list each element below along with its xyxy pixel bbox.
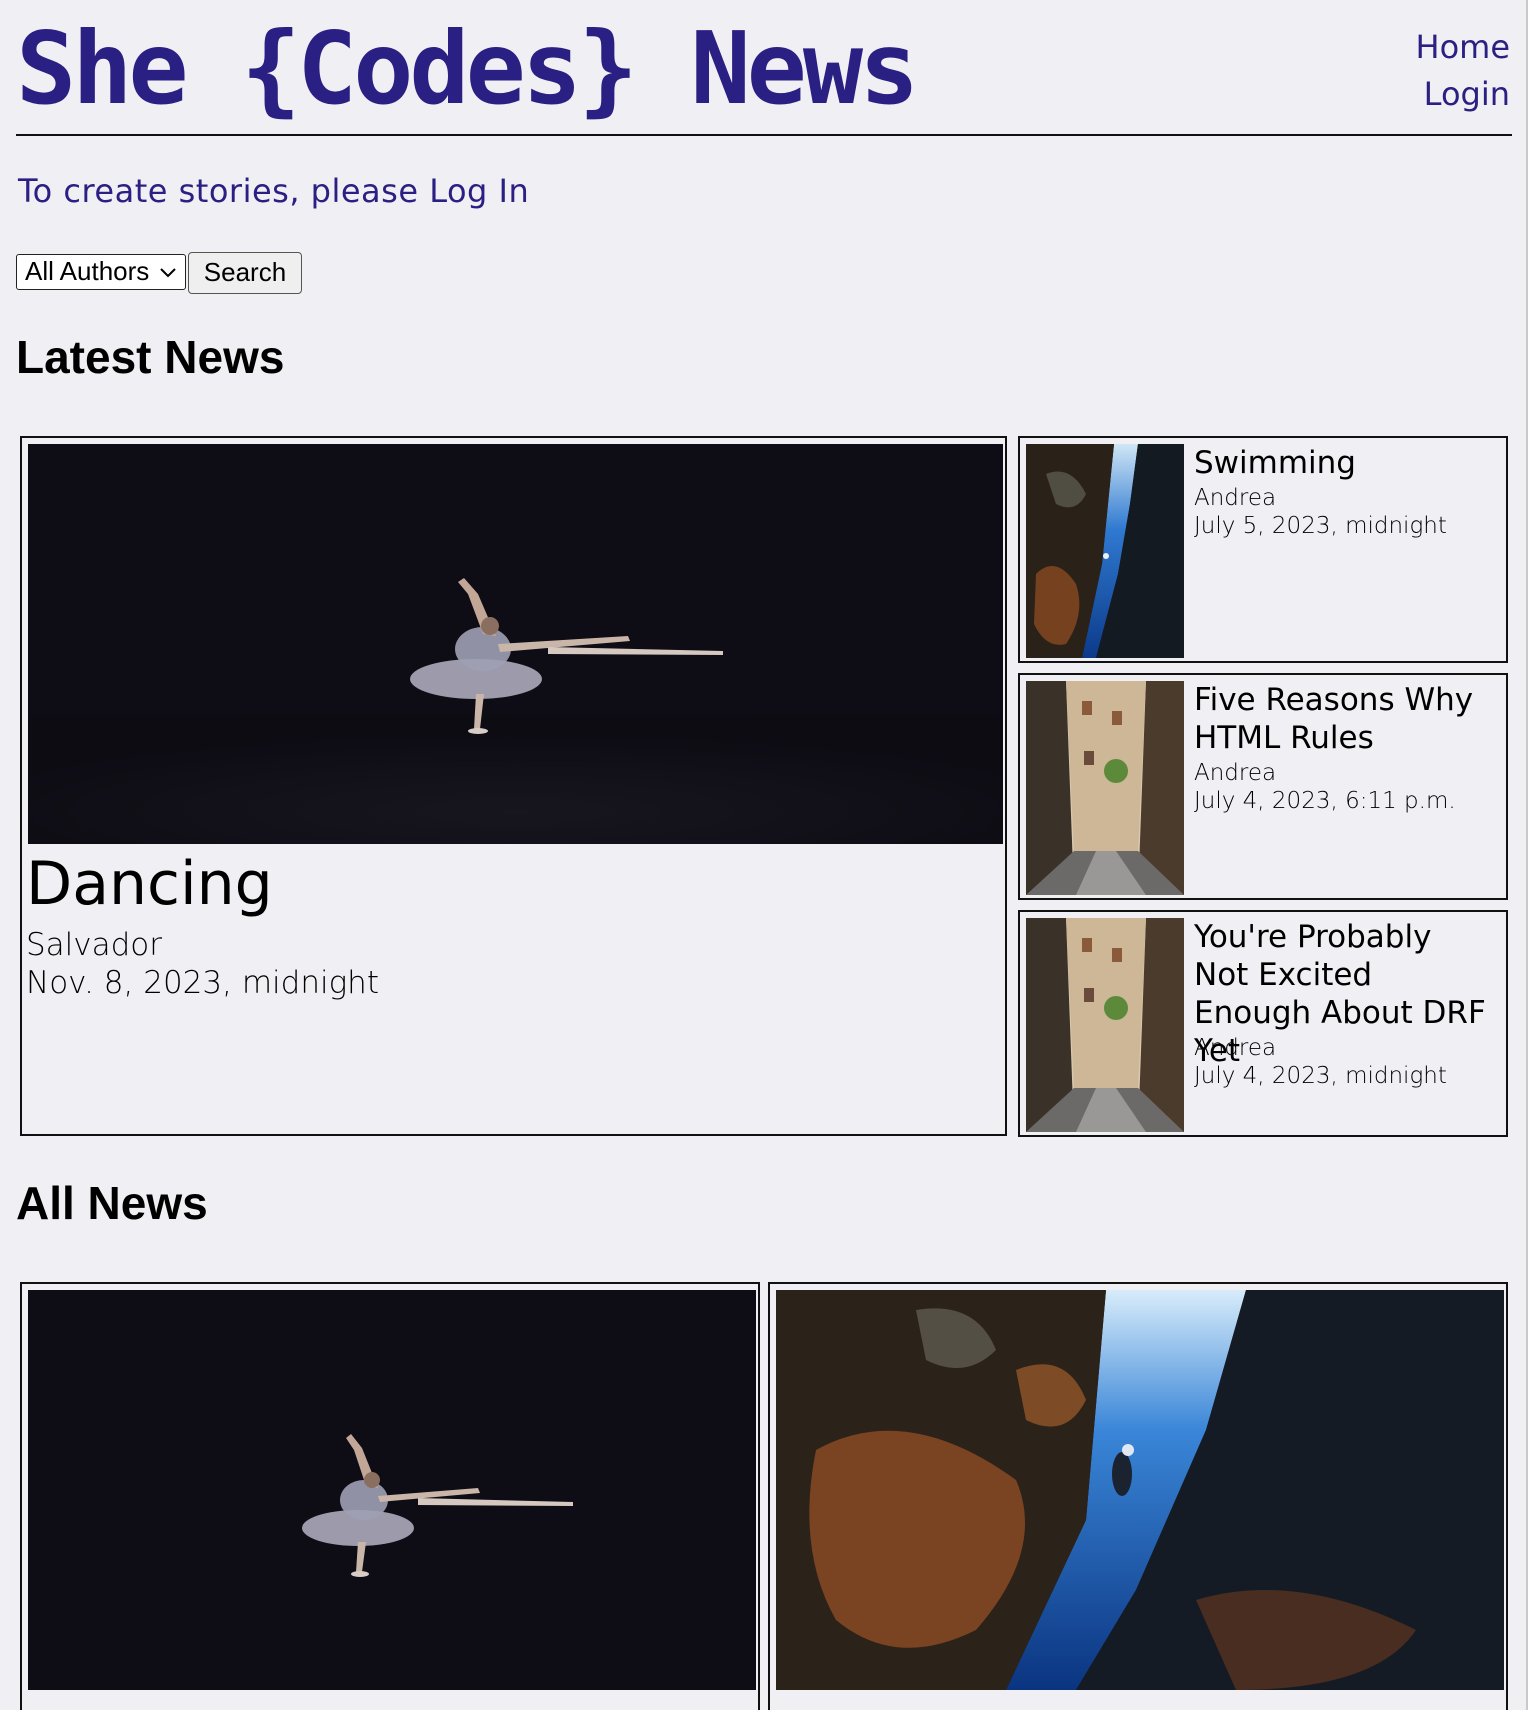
side-story-card[interactable]: You're Probably Not Excited Enough About…: [1018, 910, 1508, 1137]
story-date: July 5, 2023, midnight: [1194, 513, 1447, 539]
nav-home-link[interactable]: Home: [1416, 24, 1511, 71]
story-image: [1026, 681, 1184, 895]
story-image: [1026, 918, 1184, 1132]
site-header: She {Codes} News Home Login: [16, 0, 1512, 136]
story-title[interactable]: Five Reasons Why HTML Rules: [1194, 681, 1494, 757]
nav-login-link[interactable]: Login: [1416, 71, 1510, 118]
story-date: July 4, 2023, 6:11 p.m.: [1194, 788, 1456, 814]
story-title[interactable]: Swimming: [1194, 444, 1494, 482]
page: She {Codes} News Home Login To create st…: [0, 0, 1528, 1710]
story-date: Nov. 8, 2023, midnight: [26, 965, 379, 1001]
story-card[interactable]: [768, 1282, 1508, 1710]
latest-news-heading: Latest News: [16, 331, 285, 383]
author-select-value: All Authors: [25, 256, 150, 286]
story-author: Salvador: [26, 927, 163, 963]
story-image: [28, 444, 1003, 844]
site-brand[interactable]: She {Codes} News: [16, 14, 919, 124]
search-button[interactable]: Search: [188, 252, 302, 294]
story-image: [28, 1290, 756, 1690]
login-notice[interactable]: To create stories, please Log In: [18, 172, 529, 210]
story-author: Andrea: [1194, 760, 1277, 786]
chevron-down-icon: [159, 255, 177, 288]
story-card[interactable]: [20, 1282, 760, 1710]
featured-story-card[interactable]: Dancing Salvador Nov. 8, 2023, midnight: [20, 436, 1007, 1136]
story-image: [776, 1290, 1504, 1690]
author-select[interactable]: All Authors: [16, 254, 186, 290]
all-news-heading: All News: [16, 1177, 208, 1229]
story-title[interactable]: Dancing: [26, 850, 273, 918]
story-date: July 4, 2023, midnight: [1194, 1063, 1447, 1089]
main-nav: Home Login: [1416, 24, 1511, 118]
story-author: Andrea: [1194, 1035, 1277, 1061]
story-author: Andrea: [1194, 485, 1277, 511]
side-story-card[interactable]: Five Reasons Why HTML Rules Andrea July …: [1018, 673, 1508, 900]
story-image: [1026, 444, 1184, 658]
side-story-card[interactable]: Swimming Andrea July 5, 2023, midnight: [1018, 436, 1508, 663]
